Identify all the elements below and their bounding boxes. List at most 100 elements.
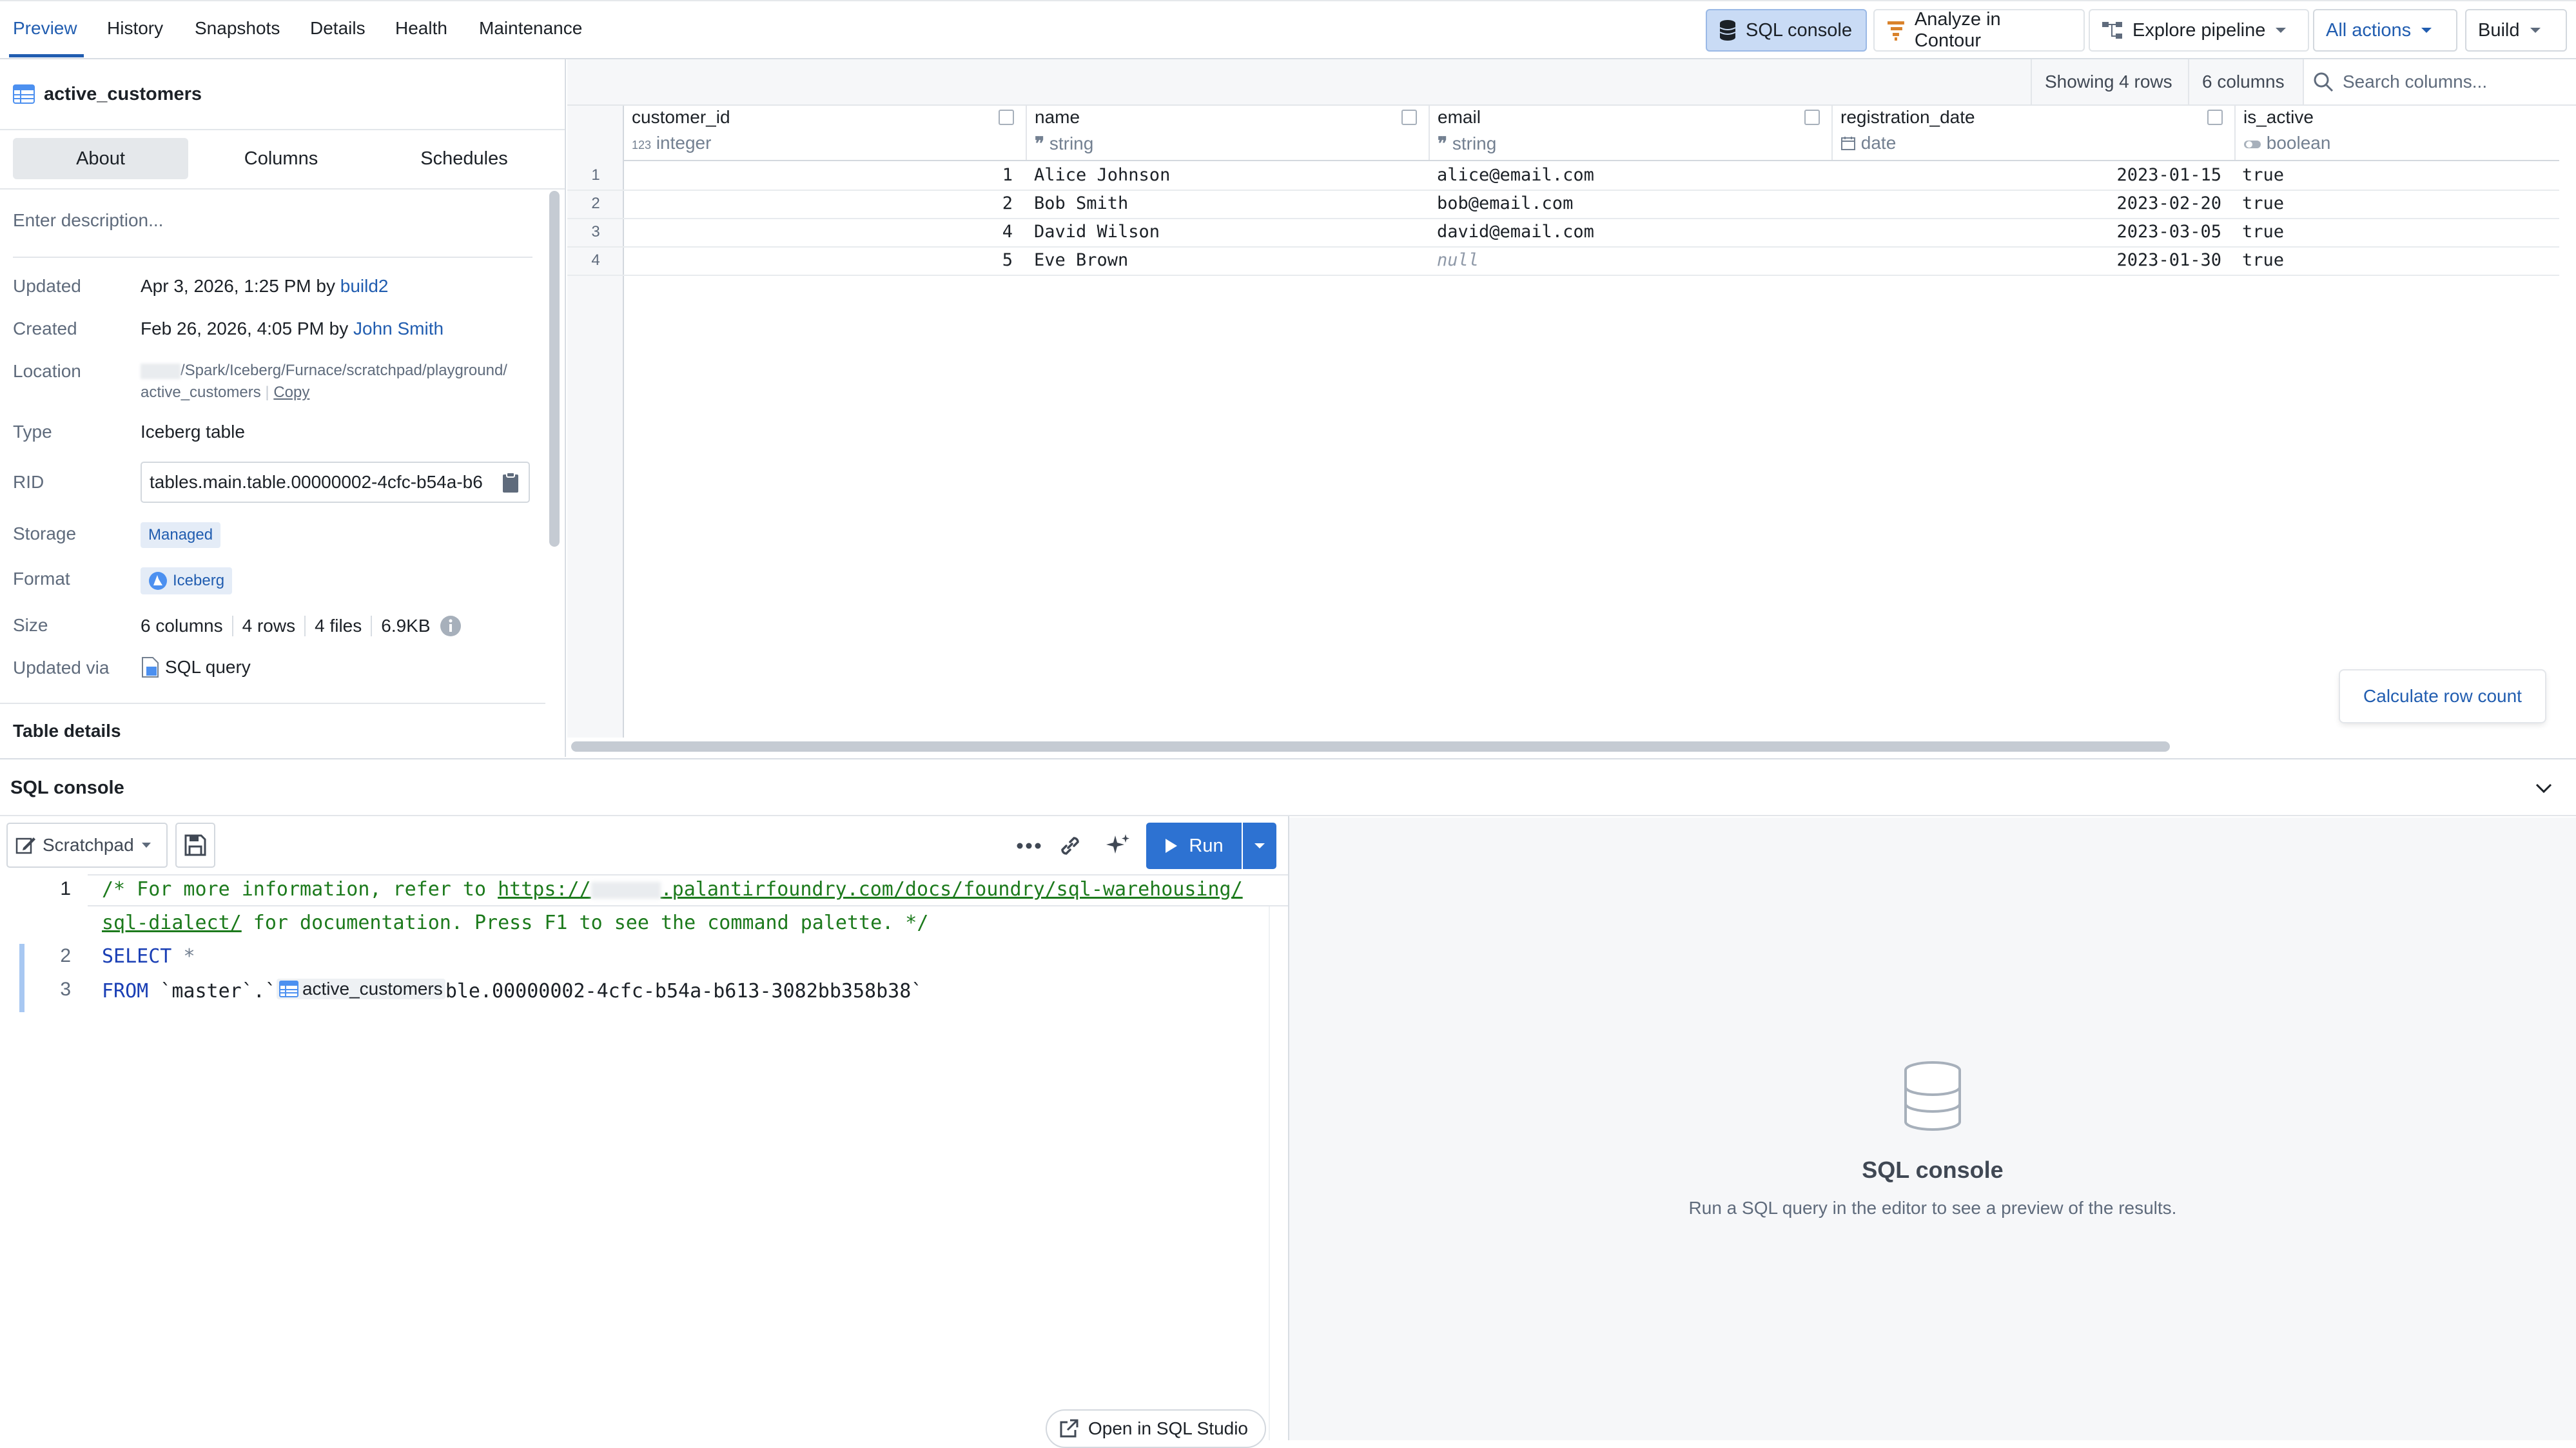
- table-ref-rest: ble.00000002-4cfc-b54a-b613-3082bb358b38…: [445, 980, 923, 1003]
- cell-email: alice@email.com: [1437, 165, 1594, 185]
- line-number: 2: [60, 945, 71, 966]
- search-placeholder: Search columns...: [2343, 72, 2488, 92]
- run-label: Run: [1189, 835, 1224, 856]
- analyze-label: Analyze in Contour: [1914, 9, 2001, 51]
- column-header-customer-id[interactable]: customer_id 123 integer: [624, 106, 1027, 160]
- table-row[interactable]: 3 4 David Wilson david@email.com 2023-03…: [567, 218, 2559, 248]
- code-url-cont[interactable]: sql-dialect/: [102, 912, 242, 934]
- code-url[interactable]: https:// .palantirfoundry.com/docs/foundr…: [498, 878, 1243, 901]
- chevron-down-icon[interactable]: [2535, 783, 2553, 794]
- calculate-row-count-button[interactable]: Calculate row count: [2340, 670, 2545, 722]
- star: *: [183, 945, 195, 968]
- subtab-about[interactable]: About: [13, 138, 188, 179]
- chevron-down-icon: [1254, 843, 1265, 848]
- table-row[interactable]: 1 1 Alice Johnson alice@email.com 2023-0…: [567, 161, 2559, 191]
- cell-customer-id: 2: [1002, 193, 1013, 213]
- table-row[interactable]: 4 5 Eve Brown null 2023-01-30 true: [567, 246, 2559, 276]
- column-header-registration-date[interactable]: registration_date date: [1833, 106, 2236, 160]
- created-value: Feb 26, 2026, 4:05 PM by John Smith: [141, 318, 444, 339]
- run-button[interactable]: Run: [1146, 823, 1242, 869]
- grid-horizontal-scrollbar[interactable]: [571, 741, 2170, 752]
- column-header-name[interactable]: name ❞ string: [1027, 106, 1430, 160]
- cell-registration-date: 2023-03-05: [2116, 222, 2221, 242]
- scratchpad-dropdown[interactable]: Scratchpad: [6, 823, 168, 868]
- table-row[interactable]: 2 2 Bob Smith bob@email.com 2023-02-20 t…: [567, 190, 2559, 219]
- chevron-down-icon: [2276, 28, 2287, 33]
- all-actions-button[interactable]: All actions: [2313, 9, 2457, 52]
- sql-console-button[interactable]: SQL console: [1706, 9, 1867, 52]
- row-number: 1: [591, 166, 600, 184]
- column-name: customer_id: [632, 107, 730, 127]
- sql-console-title: SQL console: [10, 778, 124, 798]
- line-number: 1: [60, 878, 71, 899]
- cell-name: David Wilson: [1034, 222, 1160, 242]
- tab-snapshots[interactable]: Snapshots: [195, 18, 280, 39]
- left-scrollbar[interactable]: [549, 191, 560, 547]
- tab-active-underline: [9, 54, 84, 57]
- database-icon: [1904, 1061, 1961, 1131]
- code-editor[interactable]: 1 /* For more information, refer to http…: [0, 874, 1288, 1440]
- cell-registration-date: 2023-02-20: [2116, 193, 2221, 213]
- row-number: 2: [591, 195, 600, 212]
- table-ref: `master`.`: [160, 980, 277, 1003]
- cell-is-active: true: [2242, 193, 2285, 213]
- analyze-in-contour-button[interactable]: Analyze in Contour: [1873, 9, 2085, 52]
- rid-field[interactable]: tables.main.table.00000002-4cfc-b54a-b6: [141, 462, 530, 503]
- cell-is-active: true: [2242, 250, 2285, 270]
- tab-preview[interactable]: Preview: [13, 18, 77, 39]
- cell-customer-id: 5: [1002, 250, 1013, 270]
- tab-history[interactable]: History: [107, 18, 163, 39]
- edit-icon: [15, 837, 35, 854]
- code-line-1: /* For more information, refer to https:…: [102, 878, 1243, 901]
- sparkle-icon[interactable]: [1105, 832, 1132, 859]
- empty-state-description: Run a SQL query in the editor to see a p…: [1688, 1198, 2177, 1218]
- table-chip[interactable]: active_customers: [276, 979, 445, 999]
- build-label: Build: [2478, 19, 2520, 41]
- sql-file-icon: [142, 657, 159, 678]
- open-in-sql-studio-label: Open in SQL Studio: [1088, 1418, 1249, 1438]
- copy-link[interactable]: Copy: [273, 384, 309, 401]
- format-tag: Iceberg: [141, 567, 233, 594]
- explore-pipeline-button[interactable]: Explore pipeline: [2089, 9, 2309, 52]
- column-type-label: date: [1860, 133, 1897, 153]
- updated-by-link[interactable]: build2: [340, 276, 389, 296]
- rid-value: tables.main.table.00000002-4cfc-b54a-b6: [150, 472, 483, 492]
- tab-health[interactable]: Health: [395, 18, 447, 39]
- run-options-button[interactable]: [1243, 823, 1276, 869]
- filter-icon[interactable]: [1401, 110, 1417, 125]
- table-details-heading[interactable]: Table details: [13, 721, 121, 741]
- build-button[interactable]: Build: [2465, 9, 2567, 52]
- filter-icon[interactable]: [999, 110, 1014, 125]
- info-icon[interactable]: [440, 615, 462, 637]
- tab-maintenance[interactable]: Maintenance: [479, 18, 582, 39]
- search-icon: [2314, 72, 2334, 92]
- play-icon: [1166, 839, 1178, 853]
- column-name: email: [1438, 107, 1481, 127]
- more-icon[interactable]: [1016, 842, 1042, 850]
- subtab-columns[interactable]: Columns: [193, 138, 369, 179]
- chevron-down-icon: [2530, 28, 2541, 33]
- tab-details[interactable]: Details: [310, 18, 366, 39]
- clipboard-icon[interactable]: [502, 472, 520, 494]
- code-line-2: SELECT *: [102, 945, 195, 968]
- redacted-block: [590, 881, 661, 899]
- table-icon: [278, 981, 298, 997]
- search-columns-input[interactable]: Search columns...: [2303, 59, 2576, 104]
- filter-icon[interactable]: [1804, 110, 1820, 125]
- column-type: date: [1840, 133, 1896, 153]
- save-button[interactable]: [175, 823, 215, 868]
- description-input[interactable]: Enter description...: [13, 210, 163, 231]
- cell-registration-date: 2023-01-15: [2116, 165, 2221, 185]
- open-in-sql-studio-button[interactable]: Open in SQL Studio: [1046, 1409, 1266, 1448]
- subtab-schedules[interactable]: Schedules: [376, 138, 552, 179]
- updated-value: Apr 3, 2026, 1:25 PM by build2: [141, 276, 388, 297]
- link-icon[interactable]: [1057, 833, 1083, 859]
- column-header-email[interactable]: email ❞ string: [1430, 106, 1833, 160]
- filter-icon[interactable]: [2207, 110, 2223, 125]
- divider: [0, 188, 565, 190]
- empty-state-title-text: SQL console: [1862, 1157, 2004, 1183]
- created-by-link[interactable]: John Smith: [353, 318, 444, 338]
- updated-via-value[interactable]: SQL query: [141, 656, 251, 678]
- updated-text: Apr 3, 2026, 1:25 PM by: [141, 276, 335, 296]
- column-header-is-active[interactable]: is_active boolean: [2236, 106, 2559, 160]
